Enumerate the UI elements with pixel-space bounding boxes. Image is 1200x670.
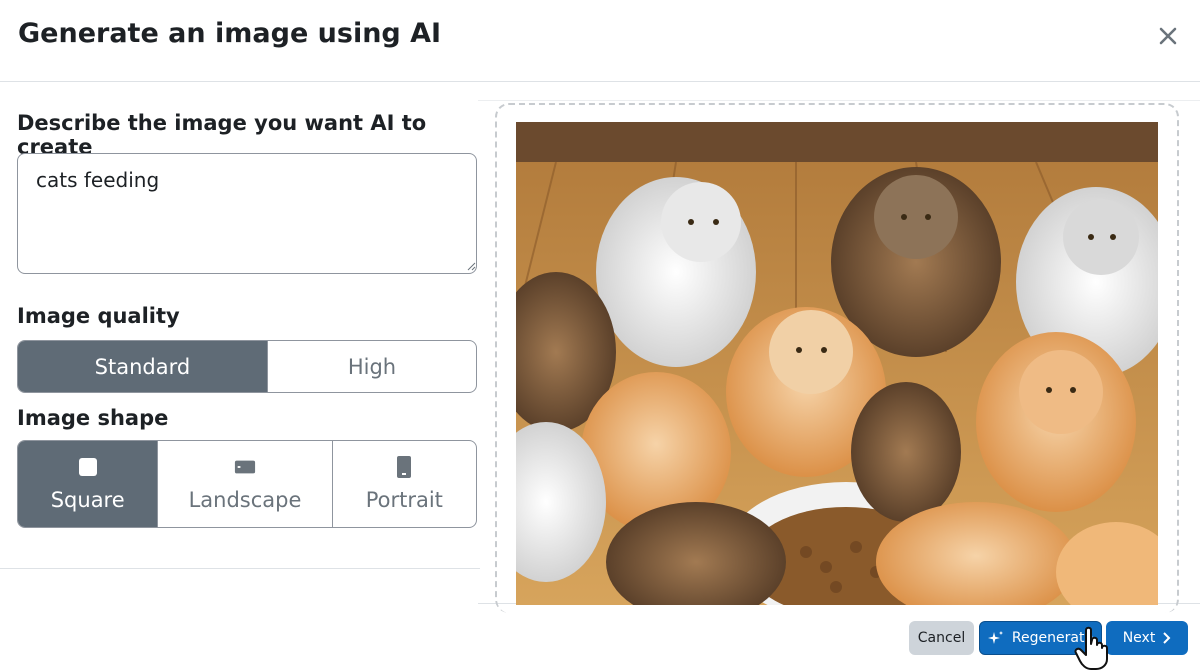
hand-cursor-icon (1074, 626, 1108, 670)
sparkle-icon (987, 631, 1003, 644)
portrait-icon (393, 456, 415, 478)
shape-selector: Square Landscape Portrait (17, 440, 477, 528)
prompt-label: Describe the image you want AI to create (17, 111, 427, 159)
square-icon (77, 456, 99, 478)
resize-grip-icon[interactable] (466, 261, 476, 271)
prompt-input[interactable] (17, 153, 477, 274)
shape-option-portrait[interactable]: Portrait (333, 441, 476, 527)
quality-option-high[interactable]: High (268, 341, 476, 392)
landscape-icon (234, 456, 256, 478)
close-icon (1159, 27, 1177, 45)
form-panel: Describe the image you want AI to create… (0, 83, 490, 568)
quality-option-standard[interactable]: Standard (18, 341, 268, 392)
shape-option-label: Portrait (365, 488, 443, 512)
cancel-button[interactable]: Cancel (909, 621, 974, 655)
close-button[interactable] (1154, 22, 1182, 50)
modal-title: Generate an image using AI (18, 18, 442, 49)
next-label: Next (1122, 630, 1156, 646)
modal-header: Generate an image using AI (0, 0, 1200, 82)
generated-image (516, 122, 1158, 605)
chevron-right-icon (1163, 632, 1171, 644)
shape-label: Image shape (17, 406, 169, 430)
quality-selector: Standard High (17, 340, 477, 393)
ai-image-modal: Generate an image using AI Describe the … (0, 0, 1200, 670)
shape-option-label: Square (50, 488, 125, 512)
quality-label: Image quality (17, 304, 180, 328)
shape-option-landscape[interactable]: Landscape (158, 441, 333, 527)
divider (0, 568, 480, 569)
shape-option-label: Landscape (188, 488, 302, 512)
next-button[interactable]: Next (1106, 621, 1188, 655)
shape-option-square[interactable]: Square (18, 441, 159, 527)
